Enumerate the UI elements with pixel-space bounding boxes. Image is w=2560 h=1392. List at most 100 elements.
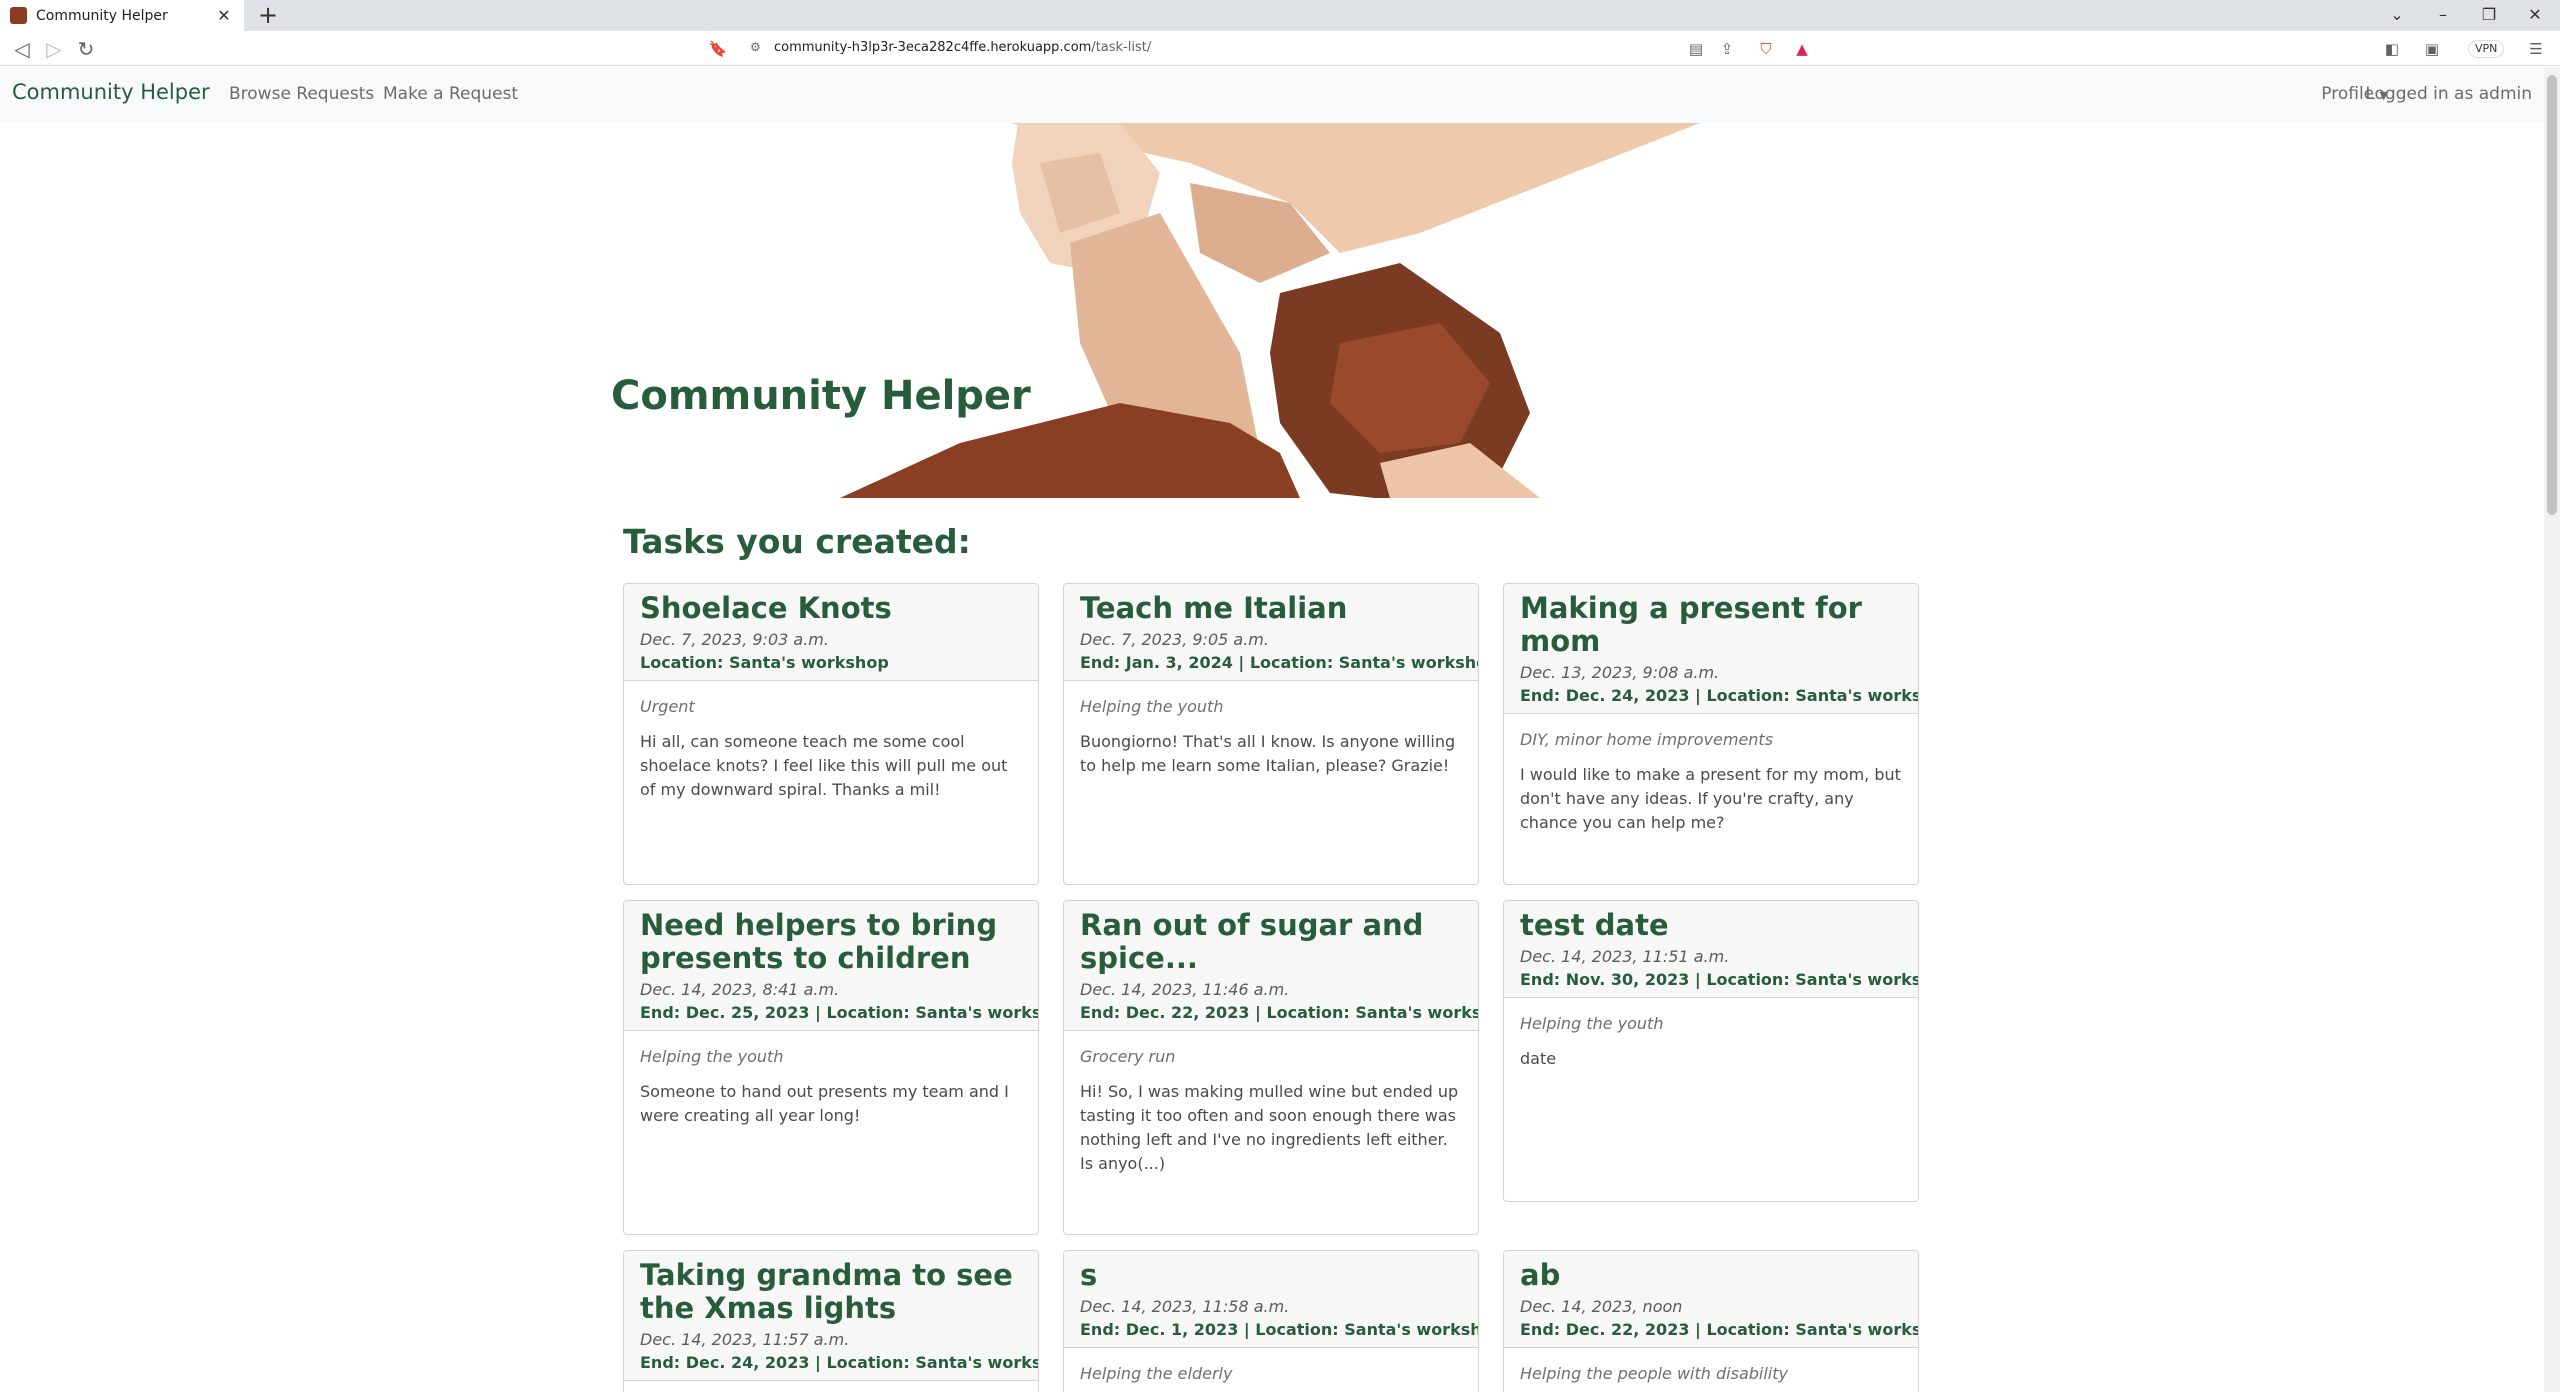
nav-browse-requests[interactable]: Browse Requests <box>229 84 374 104</box>
task-card-header: s Dec. 14, 2023, 11:58 a.m. End: Dec. 1,… <box>1064 1251 1478 1348</box>
share-icon[interactable]: ⇪ <box>1717 39 1737 59</box>
site-navbar: Community Helper Browse Requests Make a … <box>0 67 2544 123</box>
task-date: Dec. 14, 2023, noon <box>1520 1297 1683 1316</box>
task-card[interactable]: Teach me Italian Dec. 7, 2023, 9:05 a.m.… <box>1063 583 1479 885</box>
site-favicon-icon <box>10 7 27 24</box>
reload-button[interactable]: ↻ <box>72 35 100 63</box>
task-card[interactable]: Ran out of sugar and spice... Dec. 14, 2… <box>1063 900 1479 1235</box>
task-title[interactable]: Need helpers to bring presents to childr… <box>640 909 1022 975</box>
task-description: I would like to make a present for my mo… <box>1520 765 1901 832</box>
task-card[interactable]: Making a present for mom Dec. 13, 2023, … <box>1503 583 1919 885</box>
task-card-body: Grocery run Hi! So, I was making mulled … <box>1064 1031 1478 1192</box>
task-title[interactable]: Making a present for mom <box>1520 592 1902 658</box>
page-scrollbar[interactable] <box>2544 67 2560 1392</box>
new-tab-button[interactable]: + <box>254 2 282 30</box>
bookmark-icon[interactable]: 🔖 <box>708 39 728 59</box>
page-viewport: Community Helper Browse Requests Make a … <box>0 67 2544 1392</box>
restore-button[interactable]: ❐ <box>2466 0 2512 31</box>
brave-rewards-icon[interactable]: ▲ <box>1792 39 1812 59</box>
task-date: Dec. 13, 2023, 9:08 a.m. <box>1520 663 1720 682</box>
browser-toolbar: ◁ ▷ ↻ 🔖 ⚙ community-h3lp3r-3eca282c4ffe.… <box>0 31 2560 66</box>
task-category: DIY, minor home improvements <box>1520 730 1774 749</box>
task-meta: End: Dec. 22, 2023 | Location: Santa's w… <box>1080 1003 1479 1022</box>
tab-title: Community Helper <box>36 7 168 24</box>
close-window-button[interactable]: ✕ <box>2512 0 2558 31</box>
task-card-header: Taking grandma to see the Xmas lights De… <box>624 1251 1038 1381</box>
nav-make-request[interactable]: Make a Request <box>383 84 518 104</box>
task-date: Dec. 7, 2023, 9:03 a.m. <box>640 630 829 649</box>
task-date: Dec. 14, 2023, 11:46 a.m. <box>1080 980 1290 999</box>
task-card-header: Need helpers to bring presents to childr… <box>624 901 1038 1031</box>
task-card-header: Making a present for mom Dec. 13, 2023, … <box>1504 584 1918 714</box>
logged-in-status: Logged in as admin <box>2365 84 2532 104</box>
hero-hands-image <box>840 123 1700 498</box>
site-info-icon[interactable]: ⚙ <box>750 40 764 54</box>
task-category: Helping the youth <box>1520 1014 1664 1033</box>
task-date: Dec. 14, 2023, 11:51 a.m. <box>1520 947 1730 966</box>
task-card[interactable]: Need helpers to bring presents to childr… <box>623 900 1039 1235</box>
browser-tabbar: Community Helper ✕ + ⌄ – ❐ ✕ <box>0 0 2560 31</box>
task-meta: End: Dec. 22, 2023 | Location: Santa's w… <box>1520 1320 1919 1339</box>
wallet-icon[interactable]: ▣ <box>2422 39 2442 59</box>
brave-shields-icon[interactable]: ⛉ <box>1756 39 1776 59</box>
url-path: /task-list/ <box>1091 40 1152 55</box>
task-meta: End: Dec. 24, 2023 | Location: Santa's w… <box>640 1353 1039 1372</box>
task-card[interactable]: test date Dec. 14, 2023, 11:51 a.m. End:… <box>1503 900 1919 1202</box>
task-date: Dec. 14, 2023, 8:41 a.m. <box>640 980 840 999</box>
close-tab-icon[interactable]: ✕ <box>214 6 234 25</box>
task-card-header: Shoelace Knots Dec. 7, 2023, 9:03 a.m. L… <box>624 584 1038 681</box>
forward-button[interactable]: ▷ <box>40 35 68 63</box>
tab-search-icon[interactable]: ⌄ <box>2374 0 2420 31</box>
task-category: Helping the elderly <box>1080 1364 1233 1383</box>
task-card-header: Teach me Italian Dec. 7, 2023, 9:05 a.m.… <box>1064 584 1478 681</box>
task-card-body: Helping the youth date <box>1504 998 1918 1087</box>
task-description: Hi! So, I was making mulled wine but end… <box>1080 1082 1459 1173</box>
task-card-header: ab Dec. 14, 2023, noon End: Dec. 22, 202… <box>1504 1251 1918 1348</box>
task-meta: End: Dec. 1, 2023 | Location: Santa's wo… <box>1080 1320 1479 1339</box>
task-date: Dec. 14, 2023, 11:58 a.m. <box>1080 1297 1290 1316</box>
task-meta: End: Nov. 30, 2023 | Location: Santa's w… <box>1520 970 1919 989</box>
task-card[interactable]: Taking grandma to see the Xmas lights De… <box>623 1250 1039 1392</box>
back-button[interactable]: ◁ <box>8 35 36 63</box>
reader-mode-icon[interactable]: ▤ <box>1686 39 1706 59</box>
task-title[interactable]: s <box>1080 1259 1462 1292</box>
task-card-body: Helping the people with disability <box>1504 1348 1918 1392</box>
task-title[interactable]: test date <box>1520 909 1902 942</box>
task-card-body: Helping the youth Someone to hand out pr… <box>624 1031 1038 1144</box>
task-title[interactable]: Taking grandma to see the Xmas lights <box>640 1259 1022 1325</box>
task-card[interactable]: Shoelace Knots Dec. 7, 2023, 9:03 a.m. L… <box>623 583 1039 885</box>
task-card-header: Ran out of sugar and spice... Dec. 14, 2… <box>1064 901 1478 1031</box>
sidebar-icon[interactable]: ◧ <box>2382 39 2402 59</box>
browser-tab[interactable]: Community Helper ✕ <box>0 0 244 31</box>
task-meta: End: Jan. 3, 2024 | Location: Santa's wo… <box>1080 653 1479 672</box>
task-category: Helping the youth <box>640 1047 784 1066</box>
task-meta: End: Dec. 24, 2023 | Location: Santa's w… <box>1520 686 1919 705</box>
task-date: Dec. 14, 2023, 11:57 a.m. <box>640 1330 850 1349</box>
task-title[interactable]: Teach me Italian <box>1080 592 1462 625</box>
task-title[interactable]: Ran out of sugar and spice... <box>1080 909 1462 975</box>
menu-icon[interactable]: ☰ <box>2526 39 2546 59</box>
task-description: date <box>1520 1049 1557 1068</box>
task-card-body: Helping the youth Buongiorno! That's all… <box>1064 681 1478 794</box>
task-description: Buongiorno! That's all I know. Is anyone… <box>1080 732 1456 775</box>
section-title: Tasks you created: <box>623 522 971 561</box>
task-description: Hi all, can someone teach me some cool s… <box>640 732 1008 799</box>
url-bar[interactable]: ⚙ community-h3lp3r-3eca282c4ffe.herokuap… <box>736 35 1828 62</box>
task-category: Urgent <box>640 697 695 716</box>
task-card[interactable]: s Dec. 14, 2023, 11:58 a.m. End: Dec. 1,… <box>1063 1250 1479 1392</box>
task-category: Grocery run <box>1080 1047 1176 1066</box>
task-card[interactable]: ab Dec. 14, 2023, noon End: Dec. 22, 202… <box>1503 1250 1919 1392</box>
navbar-brand[interactable]: Community Helper <box>12 80 210 104</box>
task-title[interactable]: Shoelace Knots <box>640 592 1022 625</box>
minimize-button[interactable]: – <box>2420 0 2466 31</box>
vpn-button[interactable]: VPN <box>2468 40 2505 58</box>
task-meta: Location: Santa's workshop <box>640 653 889 672</box>
task-meta: End: Dec. 25, 2023 | Location: Santa's w… <box>640 1003 1039 1022</box>
scrollbar-thumb[interactable] <box>2547 75 2557 515</box>
task-card-body: DIY, minor home improvements I would lik… <box>1504 714 1918 851</box>
url-host: community-h3lp3r-3eca282c4ffe.herokuapp.… <box>774 40 1092 55</box>
task-category: Helping the people with disability <box>1520 1364 1788 1383</box>
task-title[interactable]: ab <box>1520 1259 1902 1292</box>
task-description: Someone to hand out presents my team and… <box>640 1082 1009 1125</box>
hero-title: Community Helper <box>611 373 1031 419</box>
